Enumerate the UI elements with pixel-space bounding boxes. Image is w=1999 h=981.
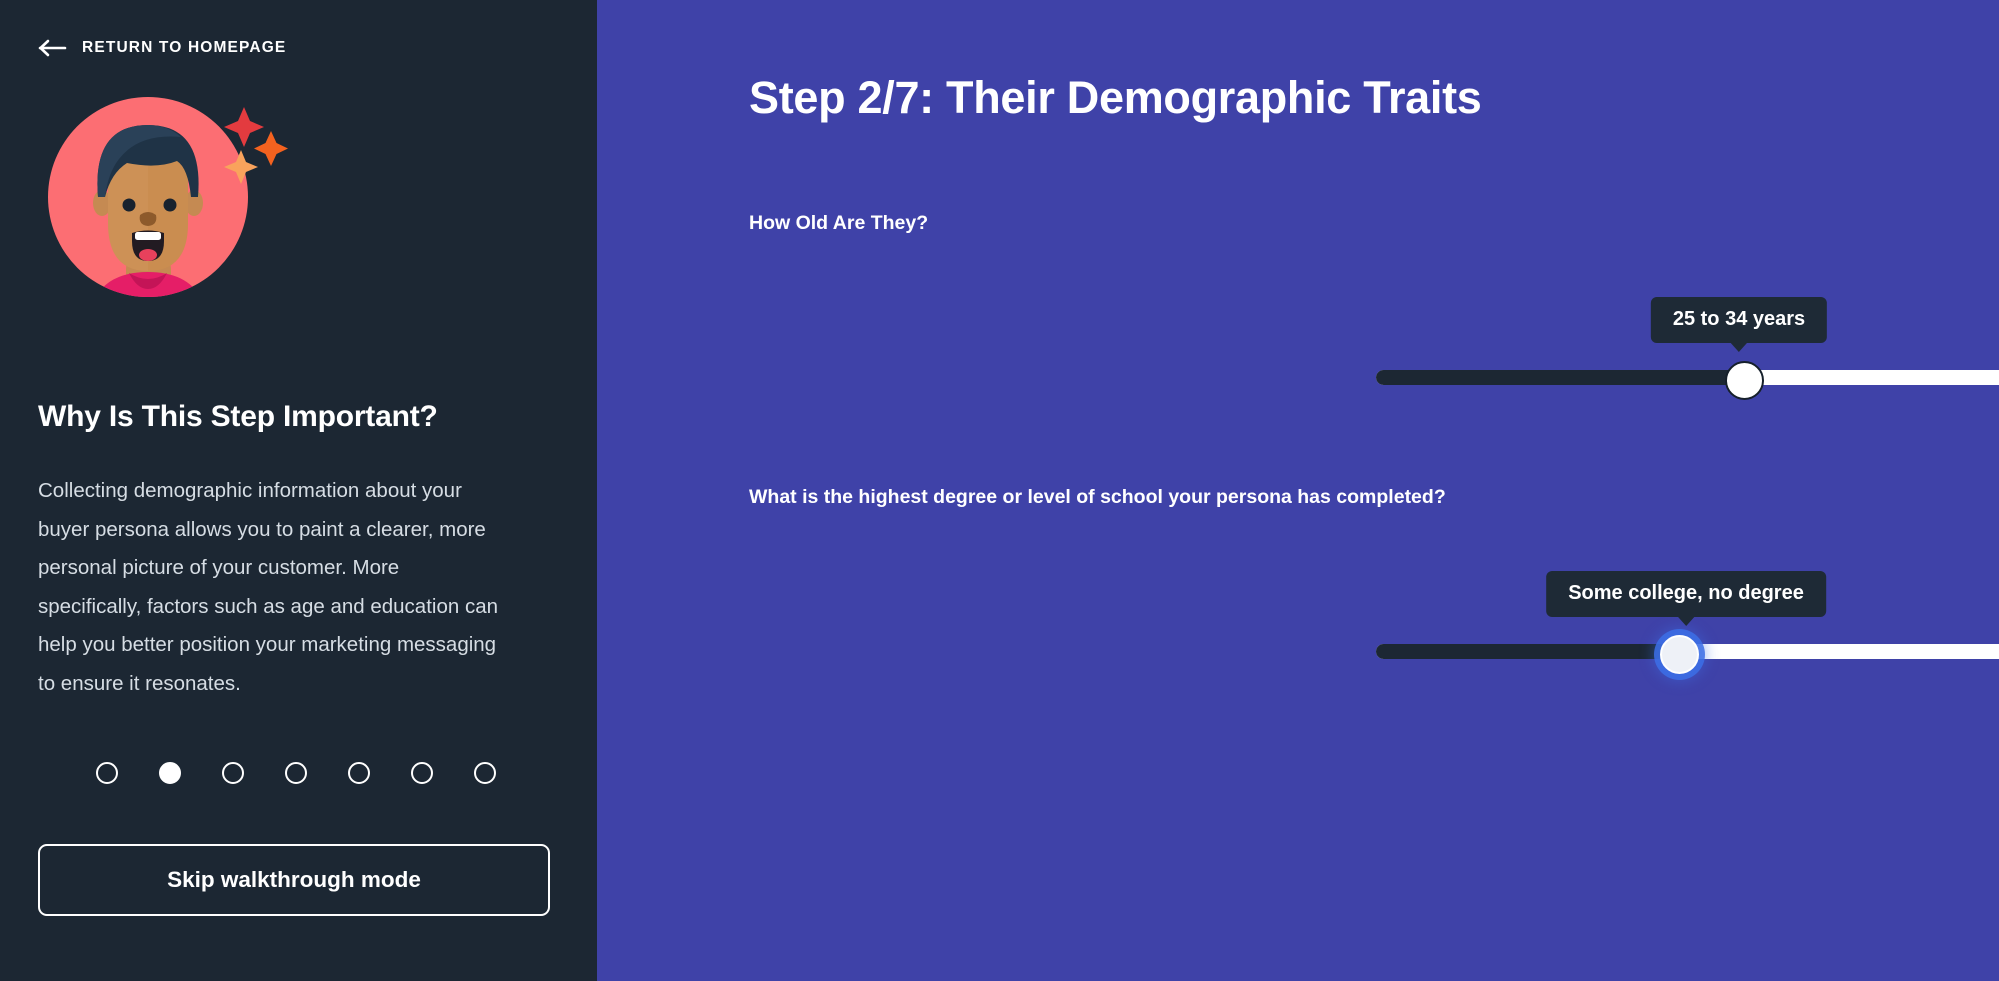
slider-value-tooltip-education: Some college, no degree <box>1546 571 1826 626</box>
progress-dots <box>96 762 496 784</box>
return-to-homepage-label: RETURN TO HOMEPAGE <box>82 39 287 56</box>
field-label-age: How Old Are They? <box>749 212 929 234</box>
sidebar-body-text: Collecting demographic information about… <box>38 479 498 695</box>
progress-dot-3[interactable] <box>222 762 244 784</box>
slider-thumb-age[interactable] <box>1725 360 1765 400</box>
skip-walkthrough-button[interactable]: Skip walkthrough mode <box>38 844 550 916</box>
progress-dot-7[interactable] <box>474 762 496 784</box>
walkthrough-screen: RETURN TO HOMEPAGE Why Is This Step Impo… <box>0 0 1999 981</box>
arrow-left-icon <box>38 38 68 58</box>
progress-dot-5[interactable] <box>348 762 370 784</box>
progress-dot-2[interactable] <box>159 762 181 784</box>
slider-thumb-education[interactable] <box>1660 634 1700 674</box>
progress-dot-1[interactable] <box>96 762 118 784</box>
progress-dot-4[interactable] <box>285 762 307 784</box>
sidebar-heading: Why Is This Step Important? <box>38 400 438 433</box>
sidebar: RETURN TO HOMEPAGE Why Is This Step Impo… <box>0 0 597 981</box>
slider-age[interactable] <box>1376 360 1999 400</box>
slider-education[interactable] <box>1376 634 1999 674</box>
field-label-education: What is the highest degree or level of s… <box>749 486 1446 508</box>
return-to-homepage-link[interactable]: RETURN TO HOMEPAGE <box>38 38 286 58</box>
slider-track-fill-age <box>1376 370 1745 385</box>
page-title: Step 2/7: Their Demographic Traits <box>749 72 1482 123</box>
progress-dot-6[interactable] <box>411 762 433 784</box>
main-panel: Step 2/7: Their Demographic Traits How O… <box>597 0 1999 981</box>
persona-avatar-illustration <box>36 75 308 347</box>
slider-track-fill-education <box>1376 644 1680 659</box>
slider-value-tooltip-age: 25 to 34 years <box>1650 297 1828 352</box>
